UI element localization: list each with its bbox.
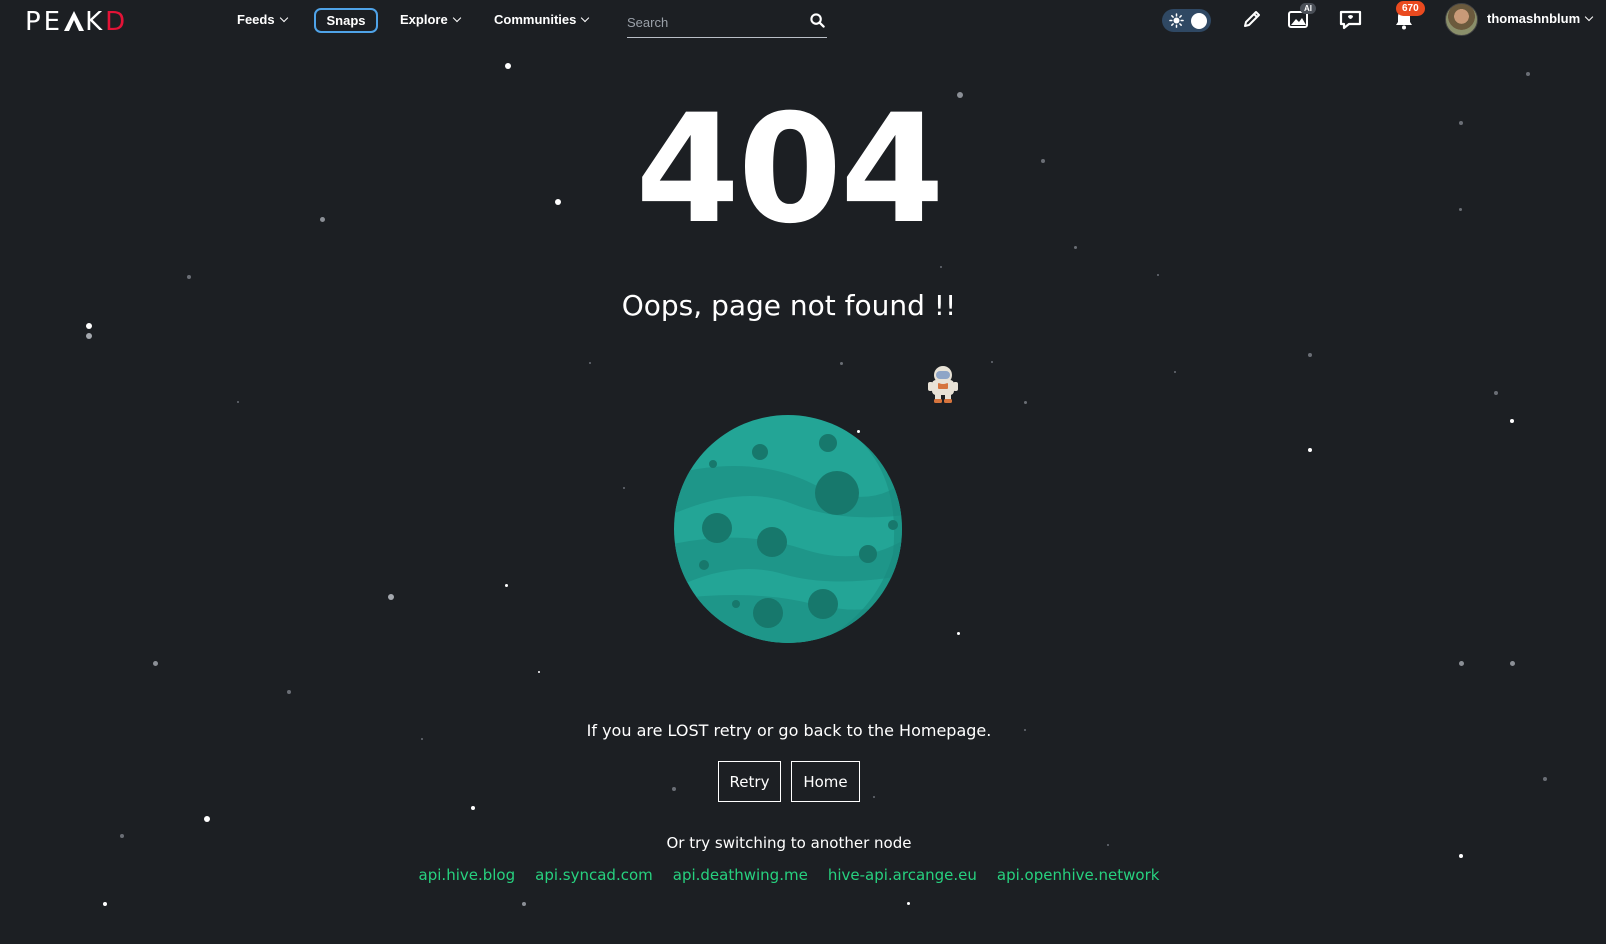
- nav-feeds[interactable]: Feeds: [237, 12, 288, 27]
- page-not-found-headline: Oops, page not found !!: [621, 289, 957, 322]
- star: [1157, 274, 1159, 276]
- retry-button[interactable]: Retry: [718, 761, 781, 802]
- top-navbar: PE KD Feeds Snaps Explore Communities AI: [0, 0, 1606, 42]
- chevron-down-icon: [452, 13, 461, 22]
- star: [187, 275, 191, 279]
- star: [103, 902, 107, 906]
- nav-feeds-label: Feeds: [237, 12, 275, 27]
- star: [991, 361, 993, 363]
- star: [1543, 777, 1547, 781]
- nav-communities[interactable]: Communities: [494, 12, 590, 27]
- nav-communities-label: Communities: [494, 12, 577, 27]
- star: [840, 362, 843, 365]
- astronaut-illustration: [928, 365, 958, 410]
- star: [1308, 448, 1312, 452]
- nav-snaps-label: Snaps: [326, 13, 366, 28]
- nav-explore-label: Explore: [400, 12, 448, 27]
- node-link[interactable]: api.deathwing.me: [673, 866, 808, 884]
- star: [153, 661, 158, 666]
- pencil-icon[interactable]: [1241, 8, 1263, 35]
- star: [522, 902, 526, 906]
- logo-text-part1: PE: [25, 7, 64, 37]
- star: [940, 266, 942, 268]
- toggle-knob: [1191, 13, 1207, 29]
- star: [957, 632, 960, 635]
- sun-icon: [1169, 13, 1184, 33]
- star: [907, 902, 910, 905]
- star: [623, 487, 625, 489]
- logo-a-glyph: [63, 7, 85, 37]
- star: [1308, 353, 1312, 357]
- chat-icon[interactable]: [1338, 8, 1364, 37]
- star: [86, 323, 92, 329]
- planet-illustration: [673, 414, 903, 649]
- chevron-down-icon: [581, 13, 590, 22]
- star: [1459, 661, 1464, 666]
- switch-node-text: Or try switching to another node: [666, 834, 912, 852]
- star: [1494, 391, 1498, 395]
- theme-toggle[interactable]: [1162, 9, 1211, 32]
- star: [287, 690, 291, 694]
- star: [1510, 661, 1515, 666]
- star: [471, 806, 475, 810]
- star: [388, 594, 394, 600]
- star: [86, 333, 92, 339]
- star: [1074, 246, 1077, 249]
- star: [1459, 854, 1463, 858]
- chevron-down-icon: [1584, 12, 1594, 21]
- node-link[interactable]: api.openhive.network: [997, 866, 1160, 884]
- star: [1024, 401, 1027, 404]
- logo-text-part3: D: [105, 7, 129, 37]
- star: [538, 671, 540, 673]
- star: [1526, 72, 1530, 76]
- star: [505, 63, 511, 69]
- home-button[interactable]: Home: [791, 761, 860, 802]
- nav-snaps-button[interactable]: Snaps: [314, 8, 378, 33]
- star: [204, 816, 210, 822]
- nav-explore[interactable]: Explore: [400, 12, 461, 27]
- peakd-logo[interactable]: PE KD: [25, 7, 128, 37]
- username-label: thomashnblum: [1487, 11, 1581, 26]
- search-bar: [627, 6, 827, 38]
- node-link[interactable]: api.hive.blog: [419, 866, 516, 884]
- node-link[interactable]: api.syncad.com: [535, 866, 653, 884]
- ai-badge: AI: [1300, 3, 1316, 14]
- search-icon[interactable]: [810, 13, 825, 33]
- user-menu[interactable]: thomashnblum: [1487, 11, 1594, 26]
- lost-hint-text: If you are LOST retry or go back to the …: [586, 721, 992, 740]
- star: [1174, 371, 1176, 373]
- search-input[interactable]: [627, 12, 797, 32]
- avatar[interactable]: [1445, 3, 1478, 36]
- star: [589, 362, 591, 364]
- star: [873, 796, 875, 798]
- notification-count-badge: 670: [1396, 1, 1425, 16]
- star: [1510, 419, 1514, 423]
- star: [237, 401, 239, 403]
- star: [672, 787, 676, 791]
- error-code-404: 404: [635, 83, 944, 257]
- node-list: api.hive.blog api.syncad.com api.deathwi…: [0, 866, 1578, 884]
- node-link[interactable]: hive-api.arcange.eu: [828, 866, 977, 884]
- star: [505, 584, 508, 587]
- logo-text-part2: K: [85, 7, 106, 37]
- chevron-down-icon: [279, 13, 288, 22]
